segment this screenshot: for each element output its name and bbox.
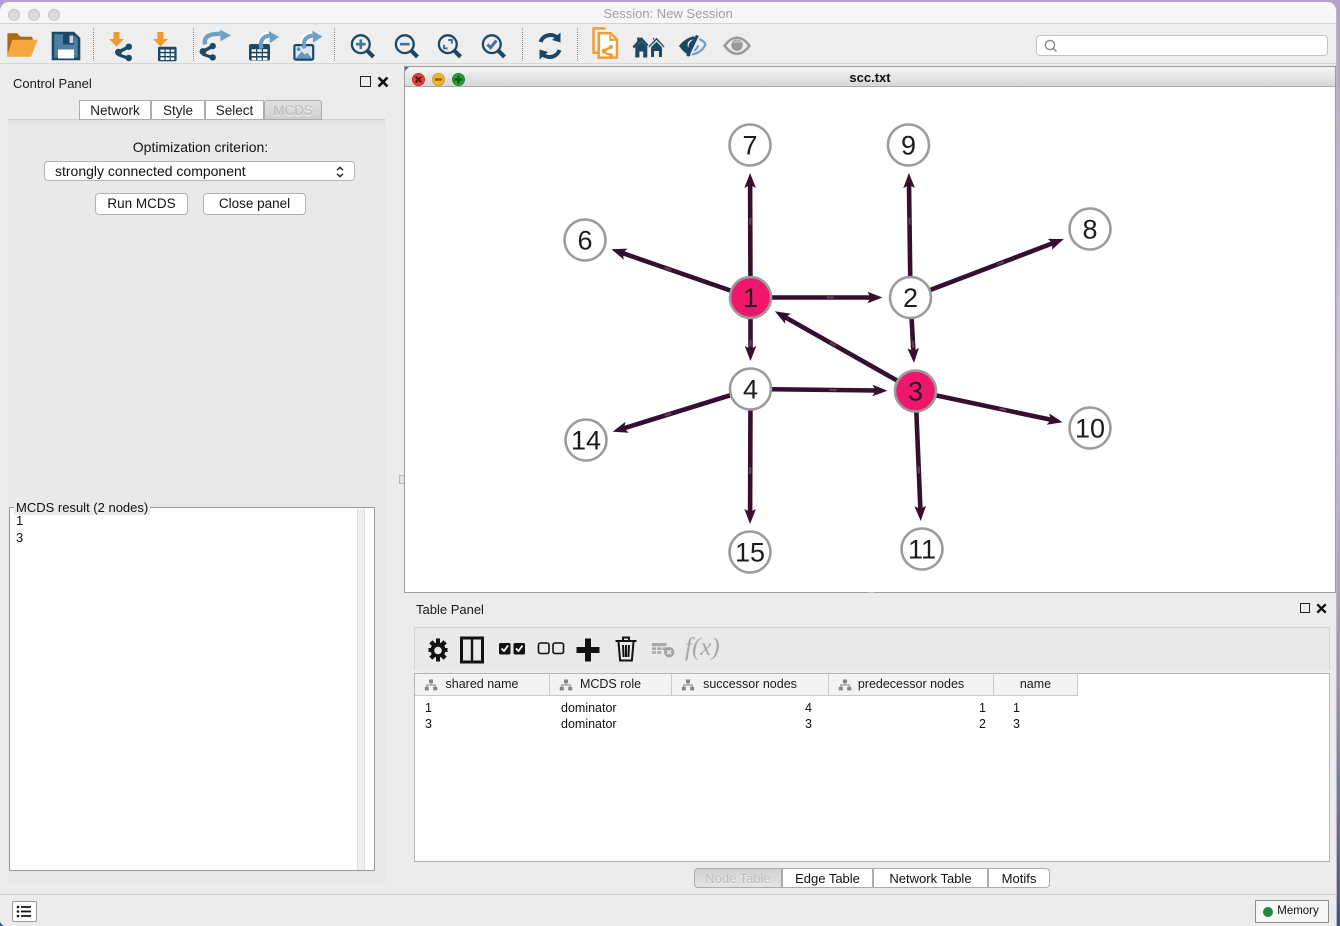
svg-text:11: 11: [908, 535, 936, 565]
svg-text:3: 3: [908, 377, 923, 407]
svg-text:7: 7: [742, 131, 757, 161]
svg-text:8: 8: [1082, 215, 1097, 245]
svg-text:10: 10: [1075, 414, 1105, 444]
svg-text:14: 14: [571, 426, 601, 456]
svg-text:2: 2: [903, 283, 918, 313]
svg-text:6: 6: [577, 226, 592, 256]
svg-text:1: 1: [743, 283, 758, 313]
svg-text:4: 4: [743, 375, 758, 405]
svg-text:15: 15: [735, 538, 765, 568]
svg-text:9: 9: [901, 131, 916, 161]
